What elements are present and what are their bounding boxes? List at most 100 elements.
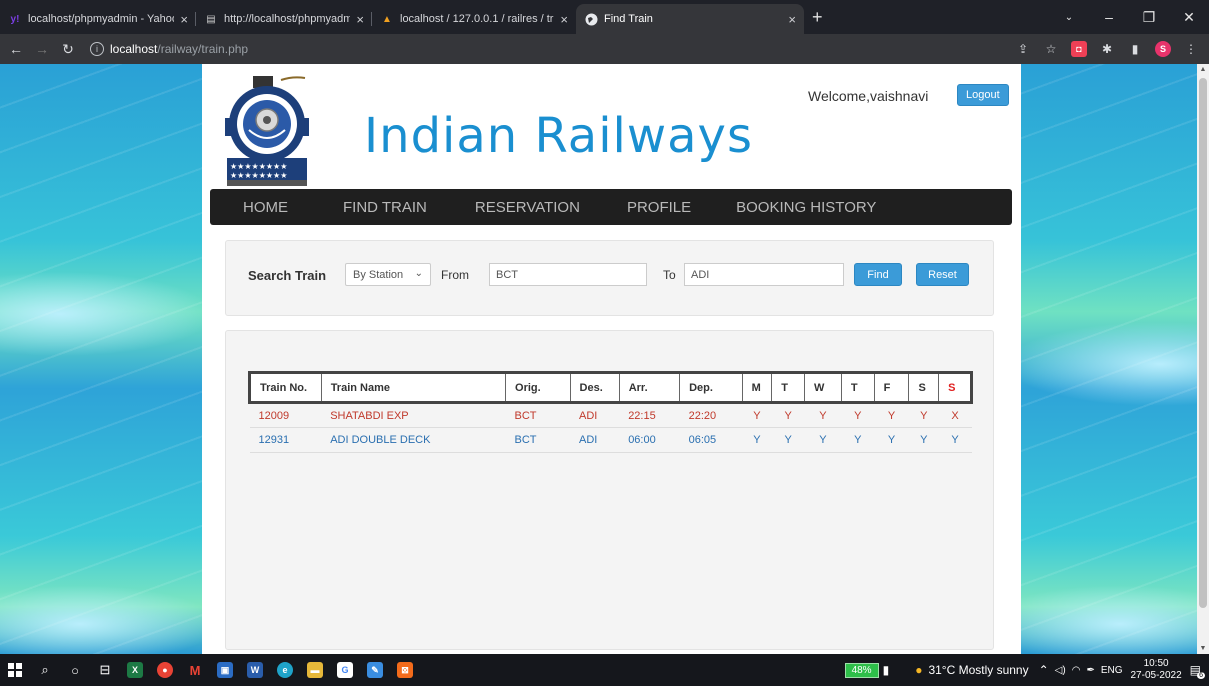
search-mode-select[interactable]: By Station ⌄ [345, 263, 431, 286]
browser-tab-yahoo[interactable]: y! localhost/phpmyadmin - Yahoo × [0, 4, 196, 34]
clock[interactable]: 10:50 27-05-2022 [1131, 658, 1182, 682]
windows-start-icon[interactable] [0, 654, 30, 686]
from-label: From [441, 268, 469, 282]
reload-icon[interactable]: ↻ [58, 41, 78, 58]
tab-title: localhost / 127.0.0.1 / railres / tra [400, 13, 555, 25]
file-explorer-icon[interactable]: ▬ [300, 654, 330, 686]
col-train-no: Train No. [248, 371, 322, 404]
plug-icon: ▮ [882, 663, 890, 677]
nav-find-train[interactable]: FIND TRAIN [343, 199, 427, 216]
cell-departure: 06:05 [679, 427, 743, 453]
search-icon[interactable]: ⌕ [30, 654, 60, 686]
logout-button[interactable]: Logout [957, 84, 1009, 106]
pen-icon[interactable]: ✒ [1086, 665, 1094, 676]
cell-origin: BCT [505, 402, 571, 428]
nav-profile[interactable]: PROFILE [627, 199, 691, 216]
edge-icon[interactable]: e [270, 654, 300, 686]
new-tab-button[interactable]: + [812, 7, 823, 28]
cell-mon: Y [742, 427, 772, 453]
notification-count: 6 [1197, 672, 1205, 679]
to-label: To [663, 268, 676, 282]
scroll-up-icon[interactable]: ▲ [1197, 66, 1209, 73]
cell-destination: ADI [570, 402, 620, 428]
nav-reservation[interactable]: RESERVATION [475, 199, 580, 216]
cell-thu: Y [841, 427, 875, 453]
col-tue: T [771, 371, 805, 404]
google-icon[interactable]: G [330, 654, 360, 686]
close-icon[interactable]: × [180, 12, 188, 27]
col-sun: S [938, 371, 973, 404]
paint-icon[interactable]: ✎ [360, 654, 390, 686]
weather-text[interactable]: 31°C Mostly sunny [928, 663, 1028, 677]
tab-search-icon[interactable]: ⌄ [1049, 12, 1089, 23]
scrollbar-thumb[interactable] [1199, 78, 1207, 608]
scroll-down-icon[interactable]: ▼ [1197, 645, 1209, 652]
cell-train-name: SHATABDI EXP [321, 402, 506, 428]
chevron-up-icon[interactable]: ⌃ [1039, 663, 1049, 677]
chrome-icon[interactable]: ● [150, 654, 180, 686]
nav-home[interactable]: HOME [243, 199, 288, 216]
extensions-icon[interactable]: ✱ [1099, 41, 1115, 57]
cell-departure: 22:20 [679, 402, 743, 428]
col-train-name: Train Name [320, 371, 506, 404]
cell-origin: BCT [505, 427, 571, 453]
forward-arrow-icon[interactable]: → [32, 41, 52, 57]
pocket-icon[interactable]: ◘ [1071, 41, 1087, 57]
cell-wed: Y [804, 427, 842, 453]
browser-tab-phpmyadmin[interactable]: ▤ http://localhost/phpmyadmin × [196, 4, 372, 34]
nav-booking-history[interactable]: BOOKING HISTORY [736, 199, 876, 216]
browser-tab-railres[interactable]: ▲ localhost / 127.0.0.1 / railres / tra … [372, 4, 576, 34]
volume-icon[interactable]: ◁) [1055, 665, 1066, 676]
col-destination: Des. [569, 371, 620, 404]
find-button[interactable]: Find [854, 263, 902, 286]
store-icon[interactable]: ▣ [210, 654, 240, 686]
tab-title: http://localhost/phpmyadmin [224, 13, 351, 25]
back-arrow-icon[interactable]: ← [6, 41, 26, 57]
close-icon[interactable]: × [560, 12, 568, 27]
page-scrollbar[interactable]: ▲ ▼ [1197, 64, 1209, 654]
minimize-button[interactable]: – [1089, 9, 1129, 25]
profile-avatar[interactable]: S [1155, 41, 1171, 57]
excel-icon[interactable]: X [120, 654, 150, 686]
address-host: localhost [110, 42, 158, 56]
weather-sun-icon: ● [915, 663, 923, 677]
phpmyadmin-icon: ▲ [382, 13, 392, 25]
word-icon[interactable]: W [240, 654, 270, 686]
language-indicator[interactable]: ENG [1101, 665, 1123, 676]
close-icon[interactable]: × [356, 12, 364, 27]
reset-button[interactable]: Reset [916, 263, 969, 286]
address-bar[interactable]: i localhost /railway/train.php [90, 38, 248, 60]
from-station-input[interactable]: BCT [489, 263, 647, 286]
menu-kebab-icon[interactable]: ⋮ [1183, 41, 1199, 57]
cell-train-name: ADI DOUBLE DECK [321, 427, 506, 453]
table-row[interactable]: 12009 SHATABDI EXP BCT ADI 22:15 22:20 Y… [249, 402, 972, 428]
task-view-icon[interactable]: ⊟ [90, 654, 120, 686]
cortana-icon[interactable]: ○ [60, 654, 90, 686]
xampp-icon[interactable]: ⊠ [390, 654, 420, 686]
gmail-icon[interactable]: M [180, 654, 210, 686]
search-panel: Search Train By Station ⌄ From BCT To AD… [225, 240, 994, 316]
share-icon[interactable]: ⇪ [1015, 41, 1031, 57]
battery-indicator[interactable]: 48% [844, 662, 879, 678]
col-departure: Dep. [679, 371, 743, 404]
to-station-input[interactable]: ADI [684, 263, 844, 286]
wifi-icon[interactable]: ◠ [1072, 665, 1081, 676]
window-close-button[interactable]: ✕ [1169, 9, 1209, 26]
notification-icon[interactable]: ▤ 6 [1190, 663, 1205, 679]
browser-tab-find-train[interactable]: Find Train × [576, 4, 804, 34]
close-icon[interactable]: × [788, 12, 796, 27]
page-viewport: ★★★★★★★★ ★★★★★★★★ Indian Railways Welcom… [0, 64, 1209, 654]
table-row[interactable]: 12931 ADI DOUBLE DECK BCT ADI 06:00 06:0… [249, 427, 972, 453]
col-fri: F [873, 371, 909, 404]
results-panel: Train No. Train Name Orig. Des. Arr. Dep… [225, 330, 994, 650]
toolbar-actions: ⇪ ☆ ◘ ✱ ▮ S ⋮ [1015, 34, 1199, 64]
window-controls: ⌄ – ❐ ✕ [1049, 0, 1209, 34]
sidepanel-icon[interactable]: ▮ [1127, 41, 1143, 57]
chevron-down-icon: ⌄ [414, 268, 423, 279]
info-icon[interactable]: i [90, 42, 104, 56]
bookmark-star-icon[interactable]: ☆ [1043, 41, 1059, 57]
indian-railways-logo: ★★★★★★★★ ★★★★★★★★ [219, 74, 315, 186]
col-arrival: Arr. [618, 371, 680, 404]
restore-button[interactable]: ❐ [1129, 9, 1169, 26]
search-train-label: Search Train [248, 268, 327, 283]
